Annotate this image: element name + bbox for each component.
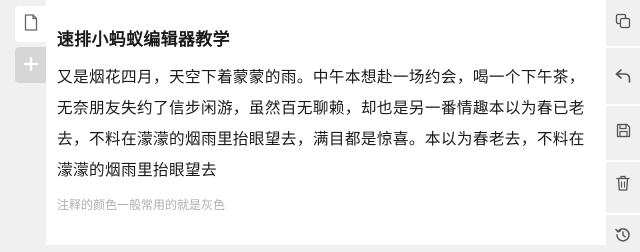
copy-icon [615, 13, 631, 33]
save-button[interactable] [606, 117, 640, 147]
history-button[interactable] [606, 222, 640, 252]
delete-button[interactable] [606, 170, 640, 200]
toolbar-divider [606, 213, 640, 215]
plus-icon [23, 56, 38, 75]
document-tab-button[interactable] [15, 6, 46, 42]
editor-canvas[interactable]: 速排小蚂蚁编辑器教学 又是烟花四月，天空下着蒙蒙的雨。中午本想赴一场约会，喝一个… [46, 0, 606, 245]
undo-icon [615, 68, 631, 87]
editor-title[interactable]: 速排小蚂蚁编辑器教学 [57, 28, 606, 52]
editor-paragraph[interactable]: 又是烟花四月，天空下着蒙蒙的雨。中午本想赴一场约会，喝一个下午茶，无奈朋友失约了… [57, 62, 597, 186]
undo-button[interactable] [606, 62, 640, 92]
toolbar-divider [606, 160, 640, 162]
toolbar-divider [606, 46, 640, 48]
toolbar-divider [606, 104, 640, 106]
document-icon [24, 13, 38, 35]
save-icon [616, 123, 631, 142]
add-document-button[interactable] [15, 47, 46, 83]
left-rail [0, 0, 46, 245]
trash-icon [616, 175, 630, 195]
editor-note[interactable]: 注释的颜色一般常用的就是灰色 [57, 196, 606, 214]
right-toolbar [606, 0, 640, 245]
copy-button[interactable] [606, 8, 640, 38]
history-icon [615, 227, 631, 247]
